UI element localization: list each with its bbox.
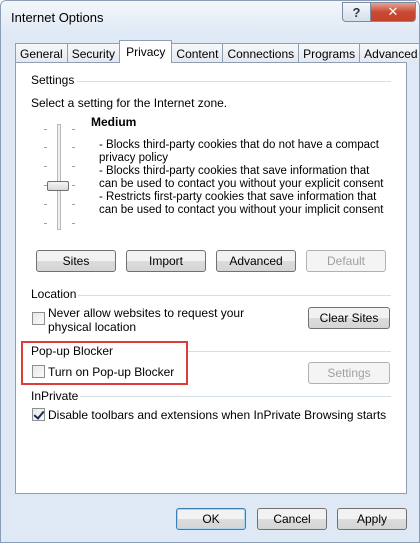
slider-tick: [44, 166, 47, 167]
slider-tick: [72, 185, 75, 186]
tab-programs[interactable]: Programs: [298, 43, 361, 63]
tab-advanced[interactable]: Advanced: [359, 43, 419, 63]
privacy-slider-track[interactable]: [57, 124, 61, 230]
tab-privacy[interactable]: Privacy: [119, 40, 173, 63]
ok-button[interactable]: OK: [176, 508, 246, 530]
privacy-slider-thumb[interactable]: [47, 181, 69, 191]
slider-tick: [72, 223, 75, 224]
settings-instruction: Select a setting for the Internet zone.: [31, 96, 228, 110]
tab-strip: General Security Privacy Content Connect…: [15, 40, 419, 63]
privacy-level: Medium: [91, 115, 137, 129]
slider-tick: [72, 129, 75, 130]
settings-divider: [77, 81, 391, 82]
description-line: - Blocks third-party cookies that do not…: [99, 139, 379, 164]
sites-button[interactable]: Sites: [36, 250, 116, 272]
advanced-button[interactable]: Advanced: [216, 250, 296, 272]
slider-tick: [44, 129, 47, 130]
tab-general[interactable]: General: [15, 43, 68, 63]
window-title: Internet Options: [11, 10, 104, 25]
location-group-label: Location: [31, 287, 77, 301]
location-checkbox-label-line2: physical location: [48, 320, 137, 334]
title-bar: Internet Options ? ✕: [1, 1, 419, 33]
popup-group-label: Pop-up Blocker: [31, 344, 114, 358]
tab-content[interactable]: Content: [171, 43, 224, 63]
inprivate-divider: [80, 396, 391, 397]
location-divider: [78, 295, 391, 296]
cancel-button[interactable]: Cancel: [257, 508, 327, 530]
slider-tick: [44, 223, 47, 224]
inprivate-group-label: InPrivate: [31, 389, 79, 403]
slider-tick: [44, 147, 47, 148]
slider-tick: [44, 204, 47, 205]
tab-connections[interactable]: Connections: [222, 43, 300, 63]
inprivate-checkbox[interactable]: [32, 408, 45, 421]
description-line: - Restricts first-party cookies that sav…: [99, 191, 384, 216]
tab-security[interactable]: Security: [66, 43, 121, 63]
privacy-panel: [15, 62, 407, 494]
internet-options-window: Internet Options ? ✕ General Security Pr…: [0, 0, 420, 543]
import-button[interactable]: Import: [126, 250, 206, 272]
apply-button[interactable]: Apply: [337, 508, 407, 530]
slider-tick: [72, 166, 75, 167]
help-button[interactable]: ?: [342, 2, 370, 22]
popup-settings-button[interactable]: Settings: [308, 362, 390, 384]
location-checkbox[interactable]: [32, 312, 45, 325]
popup-blocker-checkbox[interactable]: [32, 365, 45, 378]
popup-blocker-label: Turn on Pop-up Blocker: [48, 365, 175, 379]
location-checkbox-label-line1: Never allow websites to request your: [48, 306, 245, 320]
settings-group-label: Settings: [31, 73, 75, 87]
close-button[interactable]: ✕: [370, 2, 416, 22]
close-icon: ✕: [387, 4, 399, 19]
description-line: - Blocks third-party cookies that save i…: [99, 165, 384, 190]
clear-sites-button[interactable]: Clear Sites: [308, 307, 390, 329]
slider-tick: [72, 147, 75, 148]
help-icon: ?: [352, 4, 361, 20]
popup-divider: [188, 351, 391, 352]
slider-tick: [72, 204, 75, 205]
default-button[interactable]: Default: [306, 250, 386, 272]
privacy-level-description: - Blocks third-party cookies that do not…: [99, 139, 389, 217]
inprivate-label: Disable toolbars and extensions when InP…: [48, 408, 387, 422]
